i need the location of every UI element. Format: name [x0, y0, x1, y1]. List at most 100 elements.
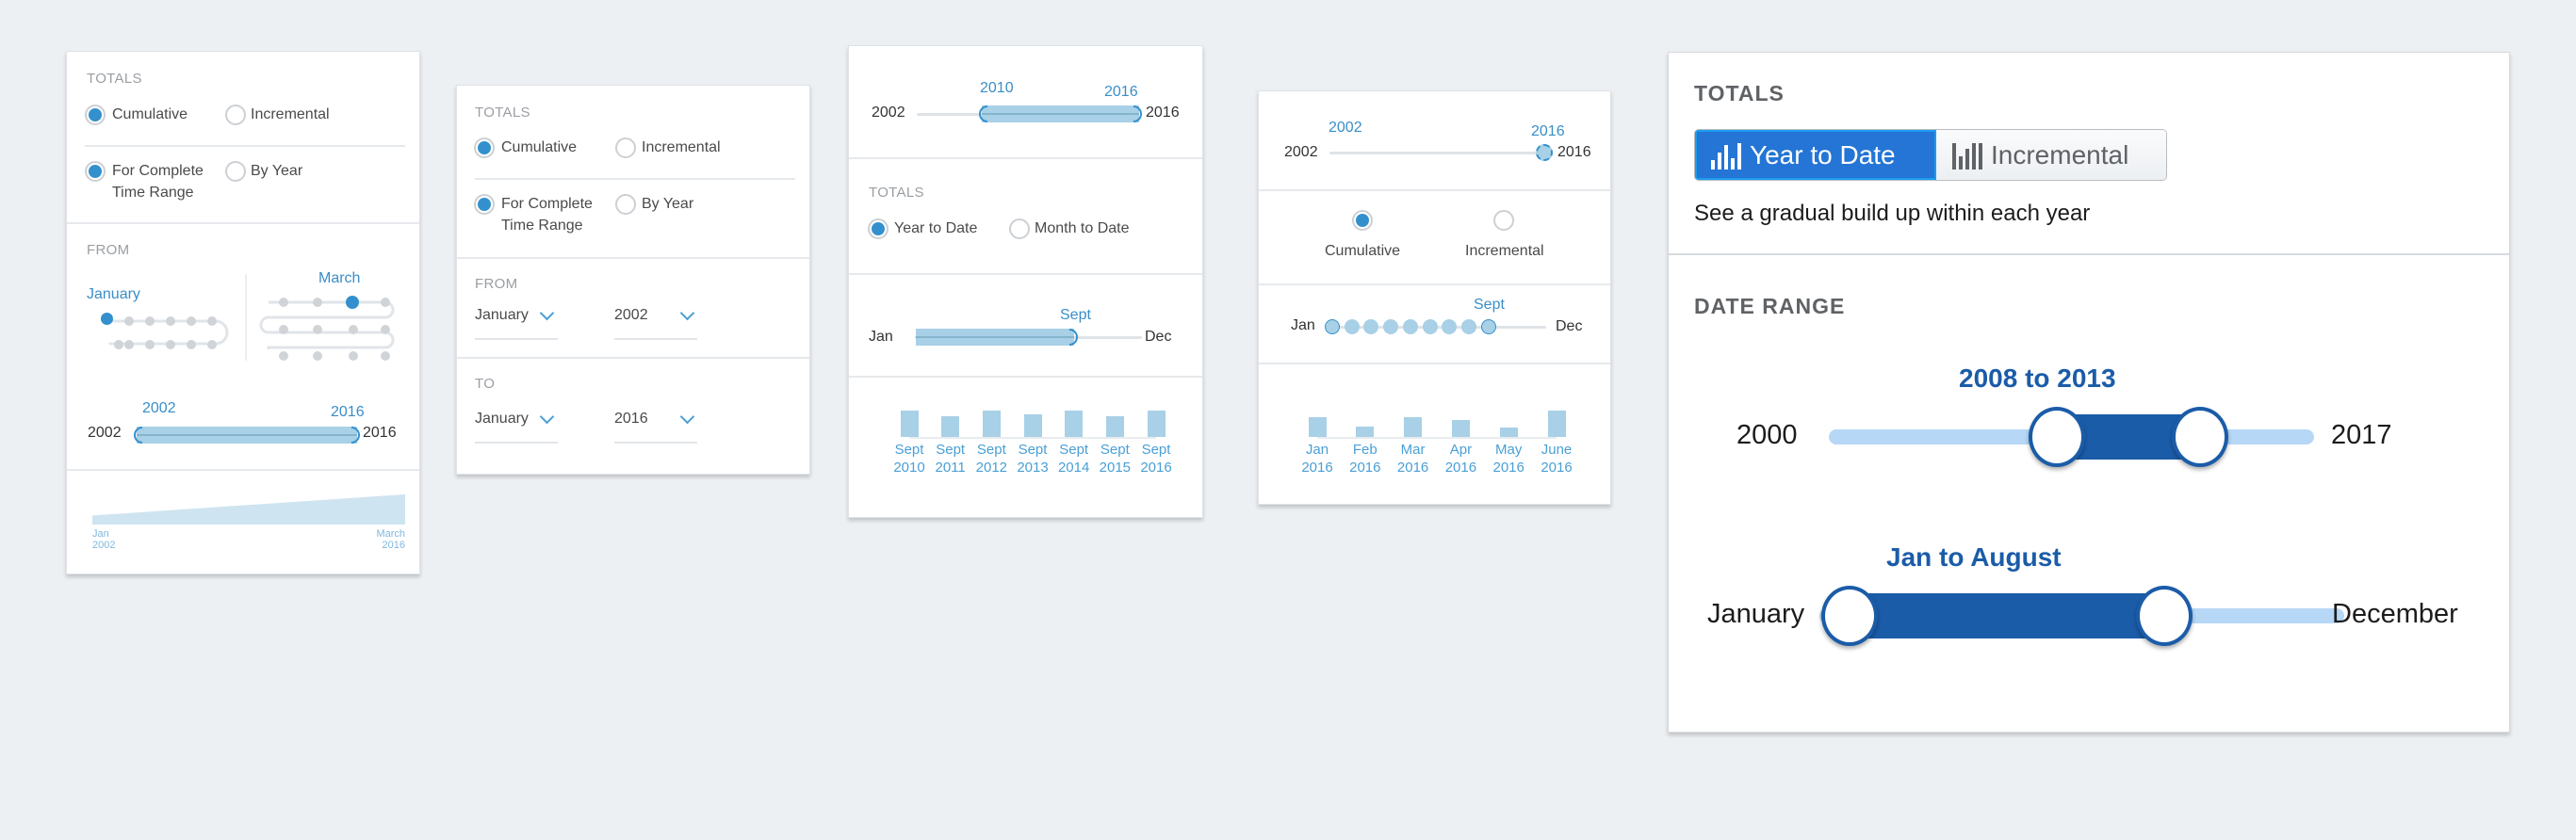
chart-bar[interactable]	[1308, 417, 1327, 437]
month-step-dot[interactable]	[1325, 319, 1340, 334]
month-slider-handle[interactable]	[1069, 329, 1078, 346]
month-dot[interactable]	[313, 325, 322, 334]
year-slider-fill[interactable]	[137, 427, 357, 444]
month-step-dot[interactable]	[1402, 319, 1418, 334]
year-range-start-knob[interactable]	[2029, 407, 2086, 467]
month-step-dot[interactable]	[1460, 319, 1476, 334]
radio-incremental[interactable]	[225, 105, 246, 125]
month-dot[interactable]	[207, 340, 217, 349]
to-month-dropdown[interactable]: January	[475, 404, 558, 444]
month-range-start-knob[interactable]	[1821, 586, 1878, 646]
month-dot[interactable]	[124, 340, 134, 349]
to-month-label: March	[318, 270, 361, 286]
to-month-snake-picker[interactable]	[259, 293, 400, 361]
from-year-dropdown[interactable]: 2002	[614, 300, 697, 340]
tick-label-line2: 2016	[1396, 460, 1429, 476]
radio-complete-time-range[interactable]	[85, 161, 106, 182]
month-step-dot[interactable]	[1363, 319, 1379, 334]
chart-bar[interactable]	[1147, 411, 1166, 437]
radio-complete-label-line2: Time Range	[112, 185, 194, 201]
month-dot[interactable]	[349, 351, 358, 361]
month-step-dot[interactable]	[1422, 319, 1438, 334]
month-step-dot[interactable]	[1344, 319, 1360, 334]
chart-bar[interactable]	[982, 411, 1001, 437]
radio-complete-label-line1: For Complete	[501, 196, 593, 212]
month-dot[interactable]	[166, 340, 175, 349]
chart-bar[interactable]	[1356, 427, 1375, 437]
panel-year-to-date: 2010 2016 2002 2016 TOTALS Year to Date …	[848, 45, 1203, 518]
month-dot[interactable]	[279, 298, 288, 307]
month-step-dot[interactable]	[1480, 319, 1496, 334]
chart-tick-label: May 2016	[1485, 441, 1532, 477]
chart-bar[interactable]	[1499, 428, 1518, 437]
month-dot[interactable]	[166, 316, 175, 326]
year-slider-track[interactable]	[1329, 152, 1548, 154]
panel-cumulative-monthly: 2002 2016 2002 2016 Cumulative Increment…	[1258, 90, 1611, 505]
from-month-dropdown[interactable]: January	[475, 300, 558, 340]
month-dot[interactable]	[381, 351, 390, 361]
chart-bar[interactable]	[900, 411, 919, 437]
chart-tick-label: June 2016	[1533, 441, 1580, 477]
from-month-snake-picker[interactable]	[101, 310, 242, 357]
year-range-end-knob[interactable]	[2171, 407, 2228, 467]
tick-label-line2: 2016	[1444, 460, 1477, 476]
year-slider-start-handle[interactable]	[134, 427, 142, 444]
tick-label-line1: Feb	[1352, 442, 1378, 458]
radio-cumulative[interactable]	[85, 105, 106, 125]
month-dot[interactable]	[349, 325, 358, 334]
month-dot[interactable]	[187, 316, 196, 326]
month-slider-fill[interactable]	[916, 329, 1074, 346]
radio-incremental[interactable]	[615, 137, 636, 158]
sparkline-start-label-month: Jan	[92, 528, 109, 540]
month-dot[interactable]	[145, 340, 155, 349]
year-slider-end-handle[interactable]	[351, 427, 360, 444]
toggle-incremental[interactable]: Incremental	[1936, 130, 2166, 180]
month-slider-value: Sept	[1474, 297, 1505, 313]
chart-tick-label: Sept 2012	[968, 441, 1015, 477]
chart-bar[interactable]	[1547, 411, 1566, 437]
tick-label-line2: 2014	[1057, 460, 1090, 476]
month-dot[interactable]	[381, 325, 390, 334]
radio-by-year[interactable]	[615, 194, 636, 215]
radio-month-to-date[interactable]	[1009, 218, 1030, 239]
to-month-handle[interactable]	[346, 296, 359, 309]
month-dot[interactable]	[124, 316, 134, 326]
radio-year-to-date[interactable]	[868, 218, 889, 239]
month-dot[interactable]	[207, 316, 217, 326]
month-step-dot[interactable]	[1442, 319, 1458, 334]
radio-cumulative[interactable]	[474, 137, 495, 158]
month-dot[interactable]	[114, 340, 123, 349]
to-year-value: 2016	[614, 411, 648, 427]
year-slider-end-handle[interactable]	[1133, 105, 1142, 122]
to-year-dropdown[interactable]: 2016	[614, 404, 697, 444]
month-range-fill[interactable]	[1850, 593, 2165, 638]
month-dot[interactable]	[381, 298, 390, 307]
chart-bar[interactable]	[1065, 411, 1084, 437]
radio-incremental[interactable]	[1493, 210, 1514, 231]
divider	[67, 222, 419, 224]
chart-bar[interactable]	[1451, 420, 1470, 437]
month-step-dot[interactable]	[1383, 319, 1399, 334]
year-slider-start-value: 2002	[142, 400, 176, 416]
year-slider-handle[interactable]	[1536, 144, 1553, 161]
radio-by-year[interactable]	[225, 161, 246, 182]
toggle-year-to-date-label: Year to Date	[1750, 139, 1896, 170]
month-dot[interactable]	[313, 298, 322, 307]
toggle-year-to-date[interactable]: Year to Date	[1695, 130, 1936, 180]
month-range-end-knob[interactable]	[2136, 586, 2193, 646]
month-dot[interactable]	[279, 351, 288, 361]
radio-complete-time-range[interactable]	[474, 194, 495, 215]
from-month-handle[interactable]	[101, 313, 113, 325]
year-slider-fill[interactable]	[982, 105, 1139, 122]
chart-bar[interactable]	[941, 416, 960, 437]
year-slider-start-handle[interactable]	[979, 105, 987, 122]
chart-tick-label: Jan 2016	[1294, 441, 1341, 477]
chart-bar[interactable]	[1105, 416, 1124, 437]
month-dot[interactable]	[145, 316, 155, 326]
chart-bar[interactable]	[1404, 417, 1423, 437]
month-dot[interactable]	[187, 340, 196, 349]
month-dot[interactable]	[313, 351, 322, 361]
chart-bar[interactable]	[1023, 414, 1042, 437]
month-dot[interactable]	[279, 325, 288, 334]
radio-cumulative[interactable]	[1352, 210, 1373, 231]
